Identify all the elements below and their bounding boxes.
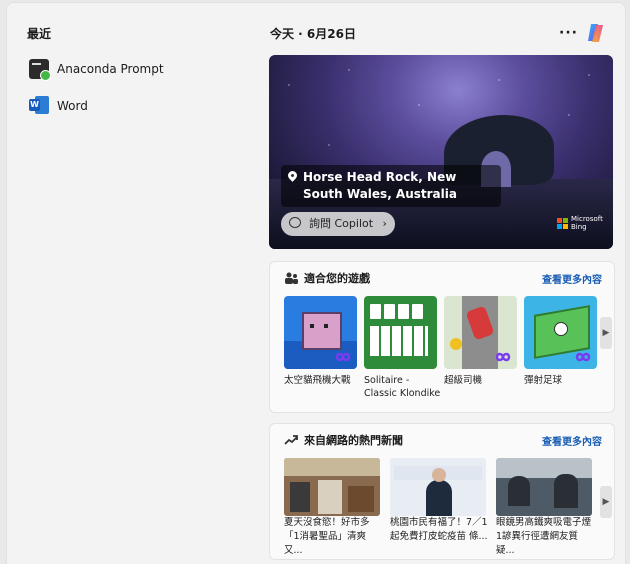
news-next-button[interactable]: ▶: [600, 486, 612, 518]
chat-bubble-icon: [289, 217, 301, 228]
games-see-more-link[interactable]: 查看更多內容: [542, 271, 602, 286]
recent-column: 最近 Anaconda Prompt W Word: [7, 3, 257, 564]
news-label: 桃園市民有福了！7／1起免費打皮蛇疫苗 條...: [390, 517, 488, 542]
game-tile-space-cat[interactable]: [284, 296, 357, 369]
recent-item-word[interactable]: W Word: [29, 93, 229, 119]
recent-item-anaconda-prompt[interactable]: Anaconda Prompt: [29, 56, 229, 82]
games-icon: [285, 272, 298, 284]
recent-item-label: Anaconda Prompt: [57, 62, 164, 76]
game-label: Solitaire - Classic Klondike: [364, 375, 441, 399]
games-next-button[interactable]: ▶: [600, 317, 612, 349]
trending-icon: [284, 435, 298, 445]
chevron-right-icon: ›: [382, 217, 387, 230]
news-header: 來自網路的熱門新聞: [284, 432, 403, 448]
infinity-badge-icon: [495, 352, 511, 362]
ask-copilot-label: 詢問 Copilot: [309, 217, 374, 230]
game-tile-super-driver[interactable]: [444, 296, 517, 369]
microsoft-bing-logo: Microsoft Bing: [557, 215, 603, 231]
game-tile-solitaire[interactable]: [364, 296, 437, 369]
word-icon: W: [29, 96, 49, 116]
recent-title: 最近: [27, 27, 52, 41]
game-label: 彈射足球: [524, 375, 563, 386]
game-label: 太空貓飛機大戰: [284, 375, 351, 386]
game-tile-catapult-soccer[interactable]: [524, 296, 597, 369]
game-label: 超級司機: [444, 375, 483, 386]
ask-copilot-button[interactable]: 詢問 Copilot ›: [281, 212, 395, 236]
news-card: 來自網路的熱門新聞 查看更多內容 夏天沒食慾！好市多「1消暑聖品」清爽又... …: [269, 423, 615, 560]
news-thumb-taoyuan[interactable]: [390, 458, 486, 516]
more-options-button[interactable]: ···: [559, 25, 578, 41]
hero-caption-text: Horse Head Rock, New South Wales, Austra…: [303, 170, 457, 201]
news-thumb-costco[interactable]: [284, 458, 380, 516]
date-header: 今天 · 6月26日: [270, 27, 356, 41]
recent-item-label: Word: [57, 99, 88, 113]
news-label: 眼鏡男高鐵爽吸電子煙 1諺異行徑遭網友質疑...: [496, 517, 592, 556]
chevron-right-icon: ▶: [602, 328, 610, 338]
news-thumb-hsr[interactable]: [496, 458, 592, 516]
hero-caption[interactable]: Horse Head Rock, New South Wales, Austra…: [281, 165, 501, 207]
news-label: 夏天沒食慾！好市多「1消暑聖品」清爽又...: [284, 517, 370, 556]
infinity-badge-icon: [335, 352, 351, 362]
games-card: 適合您的遊戲 查看更多內容 太空貓飛機大戰 Solitaire - Classi…: [269, 261, 615, 413]
widgets-panel: 最近 Anaconda Prompt W Word 今天 · 6月26日 ···…: [6, 2, 626, 564]
anaconda-prompt-icon: [29, 59, 51, 81]
copilot-icon[interactable]: [585, 21, 609, 45]
location-pin-icon: [286, 169, 299, 182]
hero-card[interactable]: Horse Head Rock, New South Wales, Austra…: [269, 55, 613, 249]
chevron-right-icon: ▶: [602, 497, 610, 507]
games-header: 適合您的遊戲: [284, 270, 370, 286]
news-see-more-link[interactable]: 查看更多內容: [542, 433, 602, 448]
infinity-badge-icon: [575, 352, 591, 362]
